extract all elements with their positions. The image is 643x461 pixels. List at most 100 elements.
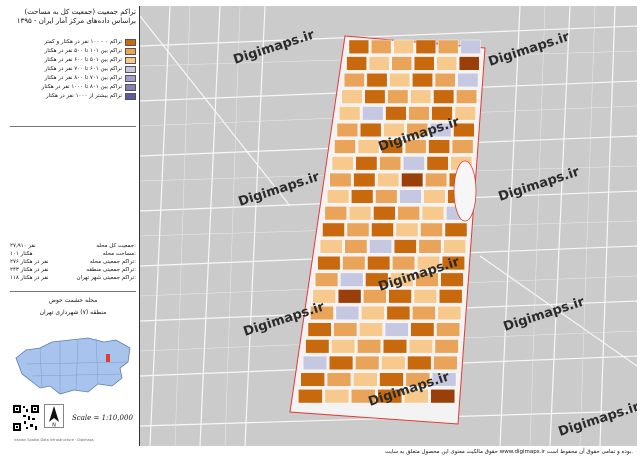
stat-key: جمعیت کل محله: (96, 243, 136, 249)
legend-label: تراکم ۰ - ۱۰۰ نفر در هکتار و کمتر (44, 39, 122, 45)
title-line-2: براساس داده‌های مرکز آمار ایران - ۱۳۹۵ (16, 17, 136, 25)
credit-small: Iranian Spatial Data Infrastructure · Di… (14, 438, 94, 442)
stat-row: تراکم جمعیتی منطقه: ۲۴۳ نفر در هکتار (10, 266, 136, 274)
oval-park (453, 160, 477, 222)
stats-block: جمعیت کل محله: ۲۷٫۹۱۰ نفر مساحت محله: ۱۰۱ ه… (10, 242, 136, 282)
city-block (343, 73, 365, 88)
city-block (410, 322, 435, 337)
city-block (371, 222, 394, 237)
legend-swatch (125, 57, 136, 64)
city-block (364, 89, 386, 104)
city-block (375, 189, 398, 204)
legend-label: تراکم بین ۱۰۱ تا ۵۰۰ نفر در هکتار (44, 48, 122, 54)
city-block (340, 272, 364, 287)
city-block (357, 339, 381, 354)
city-block (331, 156, 354, 171)
stat-value: ۱۰۱ هکتار (10, 251, 33, 257)
city-block (410, 89, 432, 104)
city-block (426, 156, 449, 171)
city-block (335, 306, 360, 321)
title-line-1: تراکم جمعیت (جمعیت کل به مساحت) (24, 8, 136, 16)
city-block (412, 306, 436, 321)
scale-label: Scale = 1:10,000 (72, 414, 133, 422)
city-block (329, 172, 352, 187)
city-block (342, 256, 366, 271)
city-block (322, 222, 345, 237)
city-block (344, 239, 368, 254)
city-block (440, 272, 464, 287)
city-block (401, 172, 424, 187)
legend-item: تراکم بین ۸۰۱ تا ۱۰۰۰ نفر در هکتار (10, 83, 136, 92)
city-block (368, 56, 390, 71)
city-block (433, 89, 455, 104)
city-block (381, 355, 406, 370)
city-block (383, 339, 407, 354)
city-block (362, 106, 384, 121)
city-block (334, 139, 356, 154)
stat-row: تراکم جمعیتی شهر تهران: ۱۱۸ نفر در هکتار (10, 274, 136, 282)
city-block (315, 272, 339, 287)
legend-item: تراکم بین ۷۰۱ تا ۸۰۰ نفر در هکتار (10, 74, 136, 83)
divider (10, 126, 136, 127)
city-block (353, 372, 378, 387)
city-block (409, 339, 433, 354)
legend-item: تراکم بین ۵۰۱ تا ۶۰۰ نفر در هکتار (10, 56, 136, 65)
stat-row: جمعیت کل محله: ۲۷٫۹۱۰ نفر (10, 242, 136, 250)
legend-label: تراکم بین ۸۰۱ تا ۱۰۰۰ نفر در هکتار (41, 84, 122, 90)
map-canvas[interactable]: Digimaps.ir Digimaps.ir Digimaps.ir Digi… (140, 6, 637, 446)
legend-item: تراکم ۰ - ۱۰۰ نفر در هکتار و کمتر (10, 38, 136, 47)
stat-value: ۱۱۸ نفر در هکتار (10, 275, 49, 281)
copyright-footer: حقوق مالکیت معنوی این محصول متعلق به سای… (384, 449, 633, 455)
city-block (353, 172, 376, 187)
city-block (333, 322, 358, 337)
city-block (324, 389, 350, 404)
legend-item: تراکم بیشتر از ۱۰۰۰ نفر در هکتار (10, 92, 136, 101)
city-block (361, 306, 385, 321)
city-block (391, 56, 412, 71)
city-block (359, 322, 383, 337)
city-block (408, 106, 430, 121)
stat-key: تراکم جمعیتی منطقه: (86, 267, 136, 273)
city-block (437, 306, 462, 321)
map-svg: Digimaps.ir Digimaps.ir Digimaps.ir Digi… (140, 6, 637, 446)
city-block (392, 256, 415, 271)
city-block (336, 122, 358, 137)
city-block (351, 189, 374, 204)
city-block (369, 239, 392, 254)
city-block (459, 56, 480, 71)
city-block (460, 39, 481, 54)
stat-key: تراکم جمعیتی محله: (89, 259, 136, 265)
city-block (371, 39, 392, 54)
city-block (389, 73, 411, 88)
city-block (307, 322, 332, 337)
north-arrow-icon: N (44, 404, 64, 428)
legend-item: تراکم بین ۱۰۱ تا ۵۰۰ نفر در هکتار (10, 47, 136, 56)
area-region: منطقه (۷) شهرداری تهران (39, 309, 107, 316)
legend-label: تراکم بین ۵۰۱ تا ۶۰۰ نفر در هکتار (44, 57, 122, 63)
city-block (438, 39, 459, 54)
city-block (360, 122, 382, 137)
stat-key: مساحت محله: (102, 251, 136, 257)
legend-swatch (125, 75, 136, 82)
city-block (298, 389, 323, 404)
city-block (412, 73, 433, 88)
city-block (367, 256, 391, 271)
city-block (425, 172, 447, 187)
city-block (388, 289, 412, 304)
city-block (355, 156, 378, 171)
city-block (421, 206, 445, 221)
stat-row: مساحت محله: ۱۰۱ هکتار (10, 250, 136, 258)
city-block (377, 172, 400, 187)
city-block (430, 389, 455, 404)
city-block (355, 355, 380, 370)
city-block (348, 39, 369, 54)
city-block (379, 156, 402, 171)
stat-value: ۲۴۳ نفر در هکتار (10, 267, 49, 273)
city-block (385, 106, 407, 121)
legend-swatch (125, 48, 136, 55)
city-block (399, 189, 422, 204)
map-title: تراکم جمعیت (جمعیت کل به مساحت) براساس د… (6, 8, 140, 26)
city-block (373, 206, 396, 221)
legend-swatch (125, 84, 136, 91)
stat-value: ۲۷۶ نفر در هکتار (10, 259, 49, 265)
